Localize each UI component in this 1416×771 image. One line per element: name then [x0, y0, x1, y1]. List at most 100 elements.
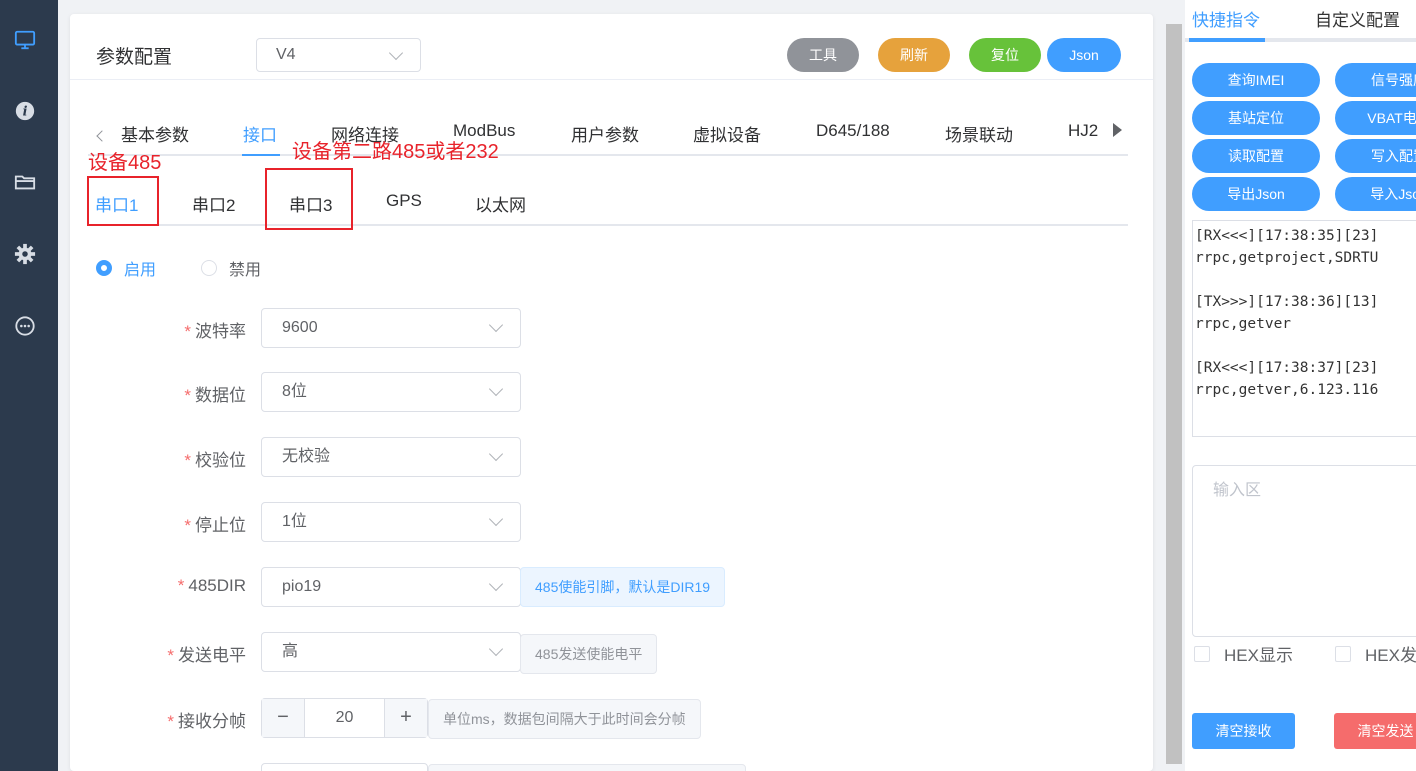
plus-button[interactable]: +: [384, 699, 427, 737]
top-tabs: 基本参数 接口 网络连接 ModBus 用户参数 虚拟设备 D645/188 场…: [88, 114, 1128, 156]
tools-button[interactable]: 工具: [787, 38, 859, 72]
gear-icon[interactable]: [14, 243, 36, 265]
info-icon[interactable]: i: [14, 100, 36, 122]
hex-show-label: HEX显示: [1224, 646, 1293, 665]
databits-select[interactable]: 8位: [261, 372, 521, 412]
clear-send-button[interactable]: 清空发送: [1334, 713, 1416, 749]
tab-hj2[interactable]: HJ2: [1068, 121, 1098, 141]
tab-user-params[interactable]: 用户参数: [571, 121, 639, 146]
level-select[interactable]: 高: [261, 632, 521, 672]
svg-text:i: i: [23, 105, 28, 120]
parity-select[interactable]: 无校验: [261, 437, 521, 477]
chevron-down-icon: [488, 641, 504, 657]
tab-scene[interactable]: 场景联动: [945, 121, 1013, 146]
tab-custom-config[interactable]: 自定义配置: [1315, 6, 1400, 31]
radio-unchecked-icon: [201, 260, 217, 276]
tab-virtual-device[interactable]: 虚拟设备: [693, 121, 761, 146]
hex-show-checkbox[interactable]: HEX显示: [1194, 641, 1293, 666]
frame-hint: 单位ms，数据包间隔大于此时间会分帧: [428, 699, 701, 739]
annotation-box-port1: [87, 176, 159, 226]
stopbits-label: * 停止位: [184, 516, 246, 535]
minus-button[interactable]: −: [262, 699, 305, 737]
chevron-down-icon: [388, 45, 404, 61]
input-placeholder: 输入区: [1213, 482, 1262, 499]
reset-button[interactable]: 复位: [969, 38, 1041, 72]
baud-value: 9600: [282, 319, 318, 336]
page-title: 参数配置: [96, 47, 173, 68]
hex-send-label: HEX发送: [1365, 646, 1416, 665]
active-tab-indicator: [242, 154, 280, 156]
monitor-icon[interactable]: [14, 29, 36, 51]
vbat-button[interactable]: VBAT电压: [1335, 101, 1416, 135]
signal-strength-button[interactable]: 信号强度: [1335, 63, 1416, 97]
version-value: V4: [276, 46, 296, 63]
enable-radio[interactable]: 启用: [96, 256, 156, 280]
level-label: * 发送电平: [167, 646, 246, 665]
tab-interface[interactable]: 接口: [243, 121, 277, 146]
enable-label: 启用: [124, 262, 157, 279]
parity-value: 无校验: [282, 448, 331, 465]
checkbox-icon: [1194, 645, 1210, 662]
baud-select[interactable]: 9600: [261, 308, 521, 348]
tab-gps[interactable]: GPS: [386, 191, 422, 211]
left-nav: i: [0, 0, 58, 771]
dir-value: pio19: [282, 578, 322, 595]
chevron-down-icon: [488, 576, 504, 592]
json-button[interactable]: Json: [1047, 38, 1121, 72]
chevron-down-icon: [488, 511, 504, 527]
tab-d645[interactable]: D645/188: [816, 121, 890, 141]
baud-label: * 波特率: [184, 322, 246, 341]
frame-value[interactable]: 20: [305, 699, 384, 737]
config-panel: 参数配置 V4 工具 刷新 复位 Json 基本参数 接口 网络连接 ModBu…: [70, 14, 1153, 771]
frame-stepper: − 20 +: [261, 698, 428, 738]
radio-checked-icon: [96, 260, 112, 276]
chevron-down-icon: [488, 317, 504, 333]
dir-hint: 485使能引脚，默认是DIR19: [520, 567, 726, 607]
right-panel: 快捷指令 自定义配置 查询IMEI 信号强度 基站定位 VBAT电压 读取配置 …: [1185, 0, 1416, 771]
import-json-button[interactable]: 导入Json: [1335, 177, 1416, 211]
caret-right-icon[interactable]: [1113, 123, 1122, 137]
read-config-button[interactable]: 读取配置: [1192, 139, 1320, 173]
sub-tabs: 串口1 串口2 串口3 GPS 以太网: [88, 182, 1128, 226]
level-value: 高: [282, 643, 299, 660]
level-hint: 485发送使能电平: [520, 634, 658, 674]
chevron-down-icon: [488, 381, 504, 397]
right-active-tab-indicator: [1189, 38, 1265, 42]
stopbits-value: 1位: [282, 513, 307, 530]
config-header: 参数配置 V4 工具 刷新 复位 Json: [70, 14, 1153, 80]
chevron-left-icon[interactable]: [96, 130, 108, 142]
receive-log[interactable]: [RX<<<][17:38:35][23] rrpc,getproject,SD…: [1192, 220, 1416, 437]
version-select[interactable]: V4: [256, 38, 421, 72]
tab-quick-commands[interactable]: 快捷指令: [1192, 6, 1260, 31]
clear-receive-button[interactable]: 清空接收: [1192, 713, 1295, 749]
dir-label: * 485DIR: [177, 576, 246, 595]
scrollbar-thumb[interactable]: [1166, 24, 1182, 764]
folder-icon[interactable]: [14, 171, 36, 193]
chevron-down-icon: [488, 446, 504, 462]
tab-basic[interactable]: 基本参数: [121, 121, 189, 146]
refresh-button[interactable]: 刷新: [878, 38, 950, 72]
checkbox-icon: [1335, 645, 1351, 662]
tab-ethernet[interactable]: 以太网: [475, 191, 526, 216]
write-config-button[interactable]: 写入配置: [1335, 139, 1416, 173]
annotation-port1: 设备485: [88, 152, 162, 174]
annotation-box-port3: [265, 168, 353, 230]
parity-label: * 校验位: [184, 451, 246, 470]
disable-label: 禁用: [229, 262, 262, 279]
dir-select[interactable]: pio19: [261, 567, 521, 607]
next-hint: [428, 764, 746, 771]
export-json-button[interactable]: 导出Json: [1192, 177, 1320, 211]
next-stepper[interactable]: [261, 763, 428, 771]
send-input[interactable]: 输入区: [1192, 465, 1416, 637]
databits-value: 8位: [282, 383, 307, 400]
annotation-port3: 设备第二路485或者232: [292, 141, 499, 163]
databits-label: * 数据位: [184, 386, 246, 405]
chat-icon[interactable]: [14, 315, 36, 337]
stopbits-select[interactable]: 1位: [261, 502, 521, 542]
cell-location-button[interactable]: 基站定位: [1192, 101, 1320, 135]
disable-radio[interactable]: 禁用: [201, 256, 261, 280]
query-imei-button[interactable]: 查询IMEI: [1192, 63, 1320, 97]
hex-send-checkbox[interactable]: HEX发送: [1335, 641, 1416, 666]
frame-label: * 接收分帧: [167, 712, 246, 731]
tab-port2[interactable]: 串口2: [192, 191, 235, 216]
